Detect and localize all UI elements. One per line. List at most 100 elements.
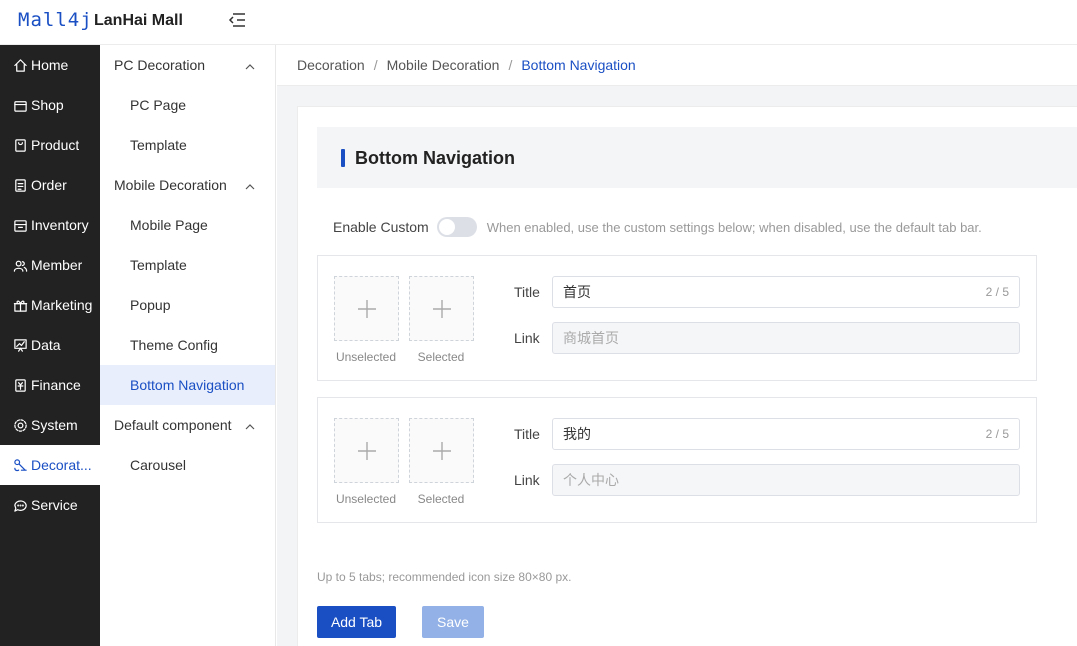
sidebar-item-marketing[interactable]: Marketing [0, 285, 100, 325]
section-accent-bar [341, 149, 345, 167]
sidebar-item-label: Order [31, 177, 67, 193]
breadcrumb-separator: / [373, 57, 378, 73]
switch-knob [438, 219, 455, 235]
sidebar-item-label: System [31, 417, 78, 433]
sidebar-item-label: Inventory [31, 217, 89, 233]
breadcrumb-item-decoration[interactable]: Decoration [297, 57, 365, 73]
title-char-count: 2 / 5 [985, 427, 1009, 441]
breadcrumb-item-mobile-decoration[interactable]: Mobile Decoration [387, 57, 500, 73]
sidebar-item-label: Finance [31, 377, 81, 393]
sidebar-item-label: Marketing [31, 297, 93, 313]
home-icon [12, 57, 28, 73]
save-button[interactable]: Save [422, 606, 484, 638]
title-value: 首页 [563, 284, 591, 300]
plus-icon [433, 300, 451, 318]
sidebar-item-label: Shop [31, 97, 64, 113]
title-input[interactable]: 我的 2 / 5 [552, 418, 1020, 450]
tabs-limit-note: Up to 5 tabs; recommended icon size 80×8… [317, 570, 572, 584]
unselected-caption: Unselected [335, 492, 397, 506]
sidebar-item-label: Decorat... [31, 457, 92, 473]
plus-icon [433, 442, 451, 460]
chat-icon [12, 497, 28, 513]
sidebar-item-shop[interactable]: Shop [0, 85, 100, 125]
order-icon [12, 177, 28, 193]
breadcrumb: Decoration / Mobile Decoration / Bottom … [277, 45, 1077, 86]
sidebar-item-finance[interactable]: Finance [0, 365, 100, 405]
sidebar-item-label: Home [31, 57, 69, 73]
unselected-icon-upload[interactable] [334, 418, 399, 483]
submenu-group[interactable]: Mobile Decoration [100, 165, 275, 205]
sidebar-item-home[interactable]: Home [0, 45, 100, 85]
gift-icon [12, 297, 28, 313]
sidebar-item-order[interactable]: Order [0, 165, 100, 205]
inventory-icon [12, 217, 28, 233]
submenu-group-label: Default component [114, 417, 232, 433]
enable-custom-label: Enable Custom [333, 219, 429, 235]
enable-custom-hint: When enabled, use the custom settings be… [486, 219, 982, 235]
chart-icon [12, 337, 28, 353]
unselected-caption: Unselected [335, 350, 397, 364]
link-value: 商城首页 [563, 330, 619, 346]
menu-collapse-icon[interactable] [228, 11, 246, 29]
section-title: Bottom Navigation [355, 148, 515, 168]
submenu-group-label: PC Decoration [114, 57, 206, 73]
chevron-up-icon [245, 419, 255, 430]
submenu-item[interactable]: PC Page [100, 85, 275, 125]
submenu-item[interactable]: Popup [100, 285, 275, 325]
sidebar-item-label: Member [31, 257, 83, 273]
submenu-item[interactable]: Template [100, 245, 275, 285]
sidebar-item-system[interactable]: System [0, 405, 100, 445]
selected-icon-upload[interactable] [409, 418, 474, 483]
mall-name: LanHai Mall [94, 12, 183, 29]
sidebar-item-label: Data [31, 337, 61, 353]
title-label: Title [514, 426, 540, 442]
title-value: 我的 [563, 426, 591, 442]
tab-config-box: Unselected Selected Title 我的 2 / 5 Link … [317, 397, 1037, 523]
gear-icon [12, 417, 28, 433]
finance-icon [12, 377, 28, 393]
plus-icon [358, 300, 376, 318]
sidebar-item-decorat[interactable]: Decorat... [0, 445, 100, 485]
sidebar-item-service[interactable]: Service [0, 485, 100, 525]
unselected-icon-upload[interactable] [334, 276, 399, 341]
add-tab-button[interactable]: Add Tab [317, 606, 396, 638]
enable-custom-switch[interactable] [436, 217, 477, 237]
chevron-up-icon [245, 179, 255, 190]
main-sidebar: Home Shop Product Order Inventory Member Marke… [0, 45, 100, 646]
sidebar-item-product[interactable]: Product [0, 125, 100, 165]
product-icon [12, 137, 28, 153]
submenu-group[interactable]: Default component [100, 405, 275, 445]
sidebar-item-inventory[interactable]: Inventory [0, 205, 100, 245]
decoration-submenu: PC Decoration PC Page Template Mobile Decor… [100, 45, 276, 646]
tab-config-box: Unselected Selected Title 首页 2 / 5 Link … [317, 255, 1037, 381]
selected-caption: Selected [417, 492, 465, 506]
section-header: Bottom Navigation [317, 127, 1077, 188]
enable-custom-row: Enable Custom When enabled, use the cust… [333, 216, 982, 238]
submenu-item[interactable]: Theme Config [100, 325, 275, 365]
selected-icon-upload[interactable] [409, 276, 474, 341]
sidebar-item-data[interactable]: Data [0, 325, 100, 365]
link-label: Link [514, 472, 540, 488]
title-label: Title [514, 284, 540, 300]
brush-icon [12, 457, 28, 473]
submenu-item[interactable]: Bottom Navigation [100, 365, 275, 405]
breadcrumb-separator: / [508, 57, 513, 73]
sidebar-item-member[interactable]: Member [0, 245, 100, 285]
link-value: 个人中心 [563, 472, 619, 488]
title-char-count: 2 / 5 [985, 285, 1009, 299]
sidebar-item-label: Product [31, 137, 80, 153]
brand-logo[interactable]: Mall4j [18, 9, 93, 31]
link-input[interactable]: 商城首页 [552, 322, 1020, 354]
member-icon [12, 257, 28, 273]
link-label: Link [514, 330, 540, 346]
submenu-item[interactable]: Mobile Page [100, 205, 275, 245]
submenu-item[interactable]: Carousel [100, 445, 275, 485]
shop-icon [12, 97, 28, 113]
title-input[interactable]: 首页 2 / 5 [552, 276, 1020, 308]
link-input[interactable]: 个人中心 [552, 464, 1020, 496]
submenu-group[interactable]: PC Decoration [100, 45, 275, 85]
submenu-group-label: Mobile Decoration [114, 177, 227, 193]
submenu-item[interactable]: Template [100, 125, 275, 165]
chevron-up-icon [245, 59, 255, 70]
sidebar-item-label: Service [31, 497, 78, 513]
